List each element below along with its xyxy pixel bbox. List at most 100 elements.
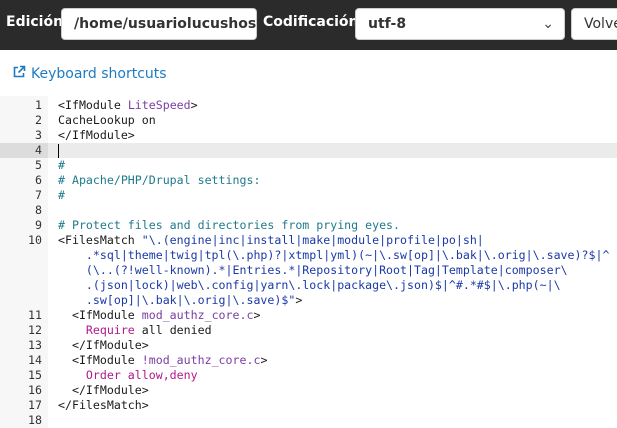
code-token: # [58, 158, 65, 172]
code-text: <IfModule !mod_authz_core.c> [58, 353, 267, 368]
code-line[interactable]: 13 </IfModule> [0, 338, 617, 353]
code-token: all denied [134, 323, 212, 337]
code-token: > [295, 293, 303, 307]
encoding-select[interactable]: utf-8 ⌄ [355, 8, 565, 40]
keyboard-shortcuts-link[interactable]: Keyboard shortcuts [12, 65, 167, 83]
code-line[interactable]: 10 <FilesMatch "\.(engine|inc|install|mak… [0, 233, 617, 248]
code-token: > [260, 353, 268, 367]
edition-label: Edición: [6, 14, 69, 30]
code-text: .sw[op]|\.bak|\.orig|\.save)$"> [58, 293, 302, 308]
code-text: (\..(?!well-known).*|Entries.*|Repositor… [58, 263, 568, 278]
line-number: 7 [35, 188, 42, 202]
file-path-field[interactable]: /home/usuariolucushos [61, 8, 257, 40]
code-line[interactable]: (\..(?!well-known).*|Entries.*|Repositor… [0, 263, 617, 278]
code-line[interactable]: 15 Order allow,deny [0, 368, 617, 383]
code-line[interactable]: 18 [0, 413, 617, 428]
line-number: 17 [28, 398, 42, 412]
code-line[interactable]: 5 # [0, 158, 617, 173]
code-token: # Apache/PHP/Drupal settings: [58, 173, 261, 187]
encoding-selected-value: utf-8 [368, 16, 407, 32]
code-token: .*sql|theme|twig|tpl(\.php)?|xtmpl|yml)(… [58, 248, 610, 262]
line-number: 12 [28, 323, 42, 337]
code-text: </IfModule> [58, 128, 135, 143]
line-number: 5 [35, 158, 42, 172]
line-number: 10 [28, 233, 42, 247]
code-text: <IfModule mod_authz_core.c> [58, 308, 260, 323]
line-number: 3 [35, 128, 42, 142]
code-token: > [253, 308, 261, 322]
keyboard-shortcuts-label: Keyboard shortcuts [31, 66, 167, 82]
encoding-label: Codificación: [263, 14, 365, 30]
code-token: </IfModule> [58, 338, 149, 352]
code-token: <IfModule [58, 308, 142, 322]
code-token: CacheLookup on [58, 113, 156, 127]
code-text: </IfModule> [58, 338, 149, 353]
code-text: # Apache/PHP/Drupal settings: [58, 173, 260, 188]
code-token: (\..(?!well-known).*|Entries.*|Repositor… [58, 263, 568, 277]
code-text: # [58, 188, 65, 203]
code-line[interactable]: 3 </IfModule> [0, 128, 617, 143]
chevron-down-icon: ⌄ [542, 16, 554, 32]
code-token: <FilesMatch [58, 233, 142, 247]
code-text: Require all denied [58, 323, 212, 338]
code-text: # [58, 158, 65, 173]
code-token: "\.(engine|inc|install|make|module|profi… [141, 233, 484, 247]
code-line[interactable]: 1 <IfModule LiteSpeed> [0, 98, 617, 113]
code-text: <FilesMatch "\.(engine|inc|install|make|… [58, 233, 484, 248]
code-text: <IfModule LiteSpeed> [58, 98, 198, 113]
code-text: .*sql|theme|twig|tpl(\.php)?|xtmpl|yml)(… [58, 248, 610, 263]
code-token: </FilesMatch> [58, 398, 149, 412]
external-link-icon [12, 65, 26, 83]
code-text: # Protect files and directories from pry… [58, 218, 400, 233]
line-number: 6 [35, 173, 42, 187]
line-number: 8 [35, 203, 42, 217]
code-line[interactable]: 4 [0, 143, 617, 158]
code-token: # Protect files and directories from pry… [58, 218, 401, 232]
code-line[interactable]: .sw[op]|\.bak|\.orig|\.save)$"> [0, 293, 617, 308]
code-token: .sw[op]|\.bak|\.orig|\.save)$" [58, 293, 296, 307]
code-token: .(json|lock)|web\.config|yarn\.lock|pack… [58, 278, 561, 292]
code-token: > [190, 98, 198, 112]
line-number: 1 [35, 98, 42, 112]
code-token: mod_authz_core.c [141, 308, 254, 322]
code-token: Require [85, 323, 135, 337]
line-number: 2 [35, 113, 42, 127]
code-token: <IfModule [58, 98, 128, 112]
code-line[interactable]: 14 <IfModule !mod_authz_core.c> [0, 353, 617, 368]
code-token: </IfModule> [58, 383, 149, 397]
code-line[interactable]: 11 <IfModule mod_authz_core.c> [0, 308, 617, 323]
line-number: 9 [35, 218, 42, 232]
code-token: LiteSpeed [127, 98, 191, 112]
code-token: # [58, 188, 65, 202]
return-button[interactable]: Volve [571, 8, 617, 40]
line-number: 13 [28, 338, 42, 352]
code-token: Order allow,deny [85, 368, 198, 382]
code-line[interactable]: 8 [0, 203, 617, 218]
code-token: </IfModule> [58, 128, 135, 142]
code-line[interactable]: 2 CacheLookup on [0, 113, 617, 128]
code-text: .(json|lock)|web\.config|yarn\.lock|pack… [58, 278, 561, 293]
code-text: Order allow,deny [58, 368, 198, 383]
editor-toolbar: Edición: /home/usuariolucushos Codificac… [0, 0, 617, 50]
line-number: 11 [28, 308, 42, 322]
code-line[interactable]: 12 Require all denied [0, 323, 617, 338]
code-line[interactable]: 6 # Apache/PHP/Drupal settings: [0, 173, 617, 188]
line-number: 18 [28, 413, 42, 427]
code-text: </IfModule> [58, 383, 149, 398]
code-editor[interactable]: 1 <IfModule LiteSpeed> 2 CacheLookup on 3 </I… [0, 96, 617, 428]
code-token: !mod_authz_core.c [141, 353, 261, 367]
code-line[interactable]: 9 # Protect files and directories from pr… [0, 218, 617, 233]
code-token: <IfModule [58, 353, 142, 367]
line-number: 4 [35, 143, 42, 157]
code-line[interactable]: 7 # [0, 188, 617, 203]
code-line[interactable]: .*sql|theme|twig|tpl(\.php)?|xtmpl|yml)(… [0, 248, 617, 263]
code-text: </FilesMatch> [58, 398, 149, 413]
line-number: 16 [28, 383, 42, 397]
code-line[interactable]: .(json|lock)|web\.config|yarn\.lock|pack… [0, 278, 617, 293]
code-line[interactable]: 16 </IfModule> [0, 383, 617, 398]
code-text: CacheLookup on [58, 113, 156, 128]
line-number: 14 [28, 353, 42, 367]
code-line[interactable]: 17 </FilesMatch> [0, 398, 617, 413]
